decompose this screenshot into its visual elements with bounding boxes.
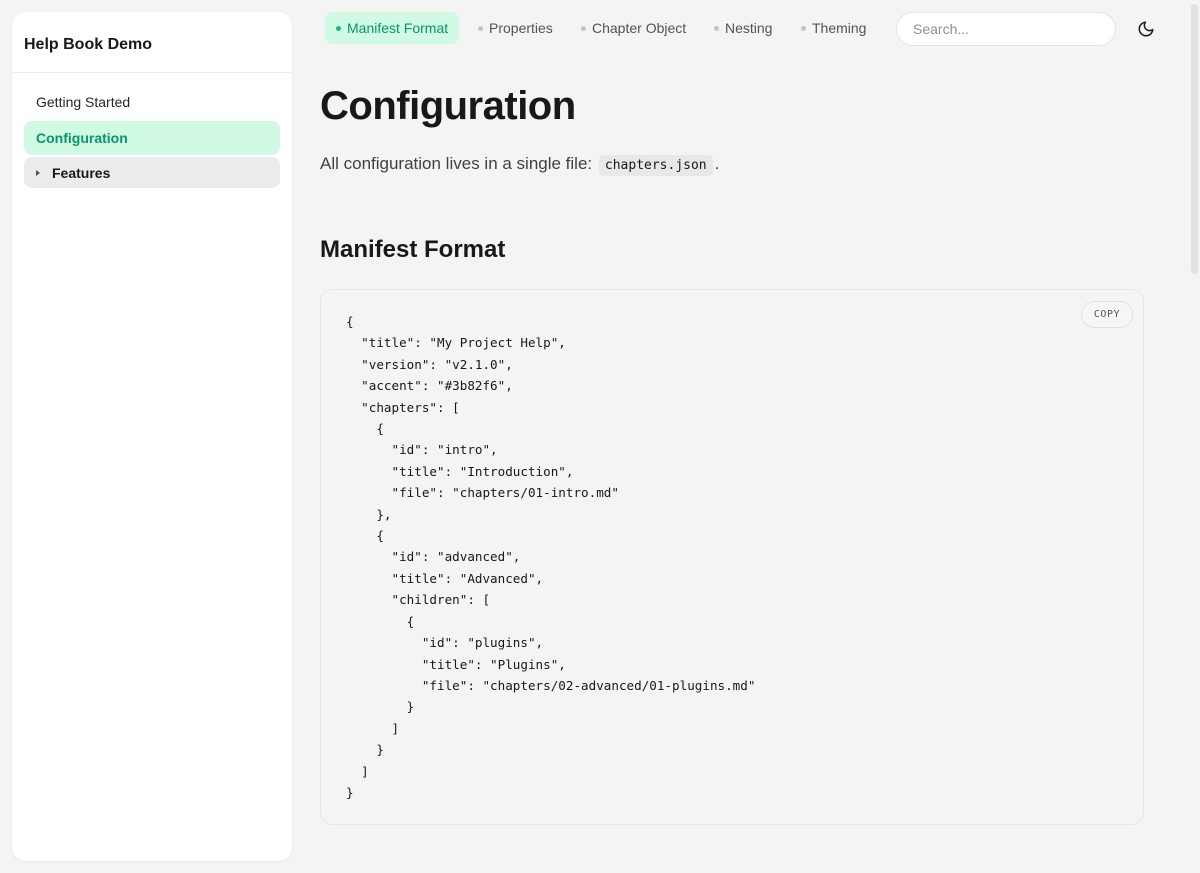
dot-icon	[581, 25, 586, 31]
code-content: { "title": "My Project Help", "version":…	[346, 314, 756, 800]
tab-manifest-format[interactable]: Manifest Format	[325, 12, 460, 44]
tab-label: Properties	[489, 20, 553, 36]
sidebar-item-features[interactable]: Features	[24, 157, 280, 188]
intro-text: All configuration lives in a single file…	[320, 154, 593, 173]
search-input[interactable]	[896, 12, 1116, 46]
top-nav: Manifest Format Properties Chapter Objec…	[320, 12, 1180, 46]
dot-icon	[801, 25, 806, 31]
tab-label: Nesting	[725, 20, 773, 36]
tab-nesting[interactable]: Nesting	[703, 12, 783, 44]
sidebar-nav: Getting Started Configuration Features	[12, 73, 292, 188]
scrollbar-thumb[interactable]	[1191, 4, 1198, 274]
moon-icon	[1138, 21, 1154, 37]
intro-end: .	[714, 154, 720, 173]
theme-toggle-button[interactable]	[1132, 15, 1160, 43]
tab-theming[interactable]: Theming	[790, 12, 877, 44]
sidebar-item-label: Getting Started	[36, 94, 131, 110]
tab-label: Theming	[812, 20, 867, 36]
code-block: { "title": "My Project Help", "version":…	[320, 289, 1144, 825]
page-title: Configuration	[320, 84, 576, 128]
sidebar-item-label: Features	[52, 164, 111, 181]
tab-label: Chapter Object	[592, 20, 687, 36]
section-title: Manifest Format	[320, 236, 506, 263]
sidebar-title: Help Book Demo	[12, 12, 292, 73]
caret-right-icon	[36, 169, 40, 176]
inline-code: chapters.json	[598, 155, 713, 176]
sidebar-item-label: Configuration	[36, 130, 128, 146]
scrollbar[interactable]	[1188, 0, 1200, 873]
copy-button[interactable]: COPY	[1080, 301, 1133, 328]
tab-label: Manifest Format	[347, 20, 449, 36]
sidebar: Help Book Demo Getting Started Configura…	[12, 12, 292, 861]
dot-icon	[478, 25, 483, 31]
intro-paragraph: All configuration lives in a single file…	[320, 154, 720, 176]
dot-icon	[714, 25, 719, 31]
sidebar-item-configuration[interactable]: Configuration	[24, 121, 280, 155]
sidebar-item-getting-started[interactable]: Getting Started	[24, 85, 280, 119]
dot-icon	[336, 25, 341, 31]
tab-chapter-object[interactable]: Chapter Object	[570, 12, 697, 44]
tab-properties[interactable]: Properties	[467, 12, 564, 44]
